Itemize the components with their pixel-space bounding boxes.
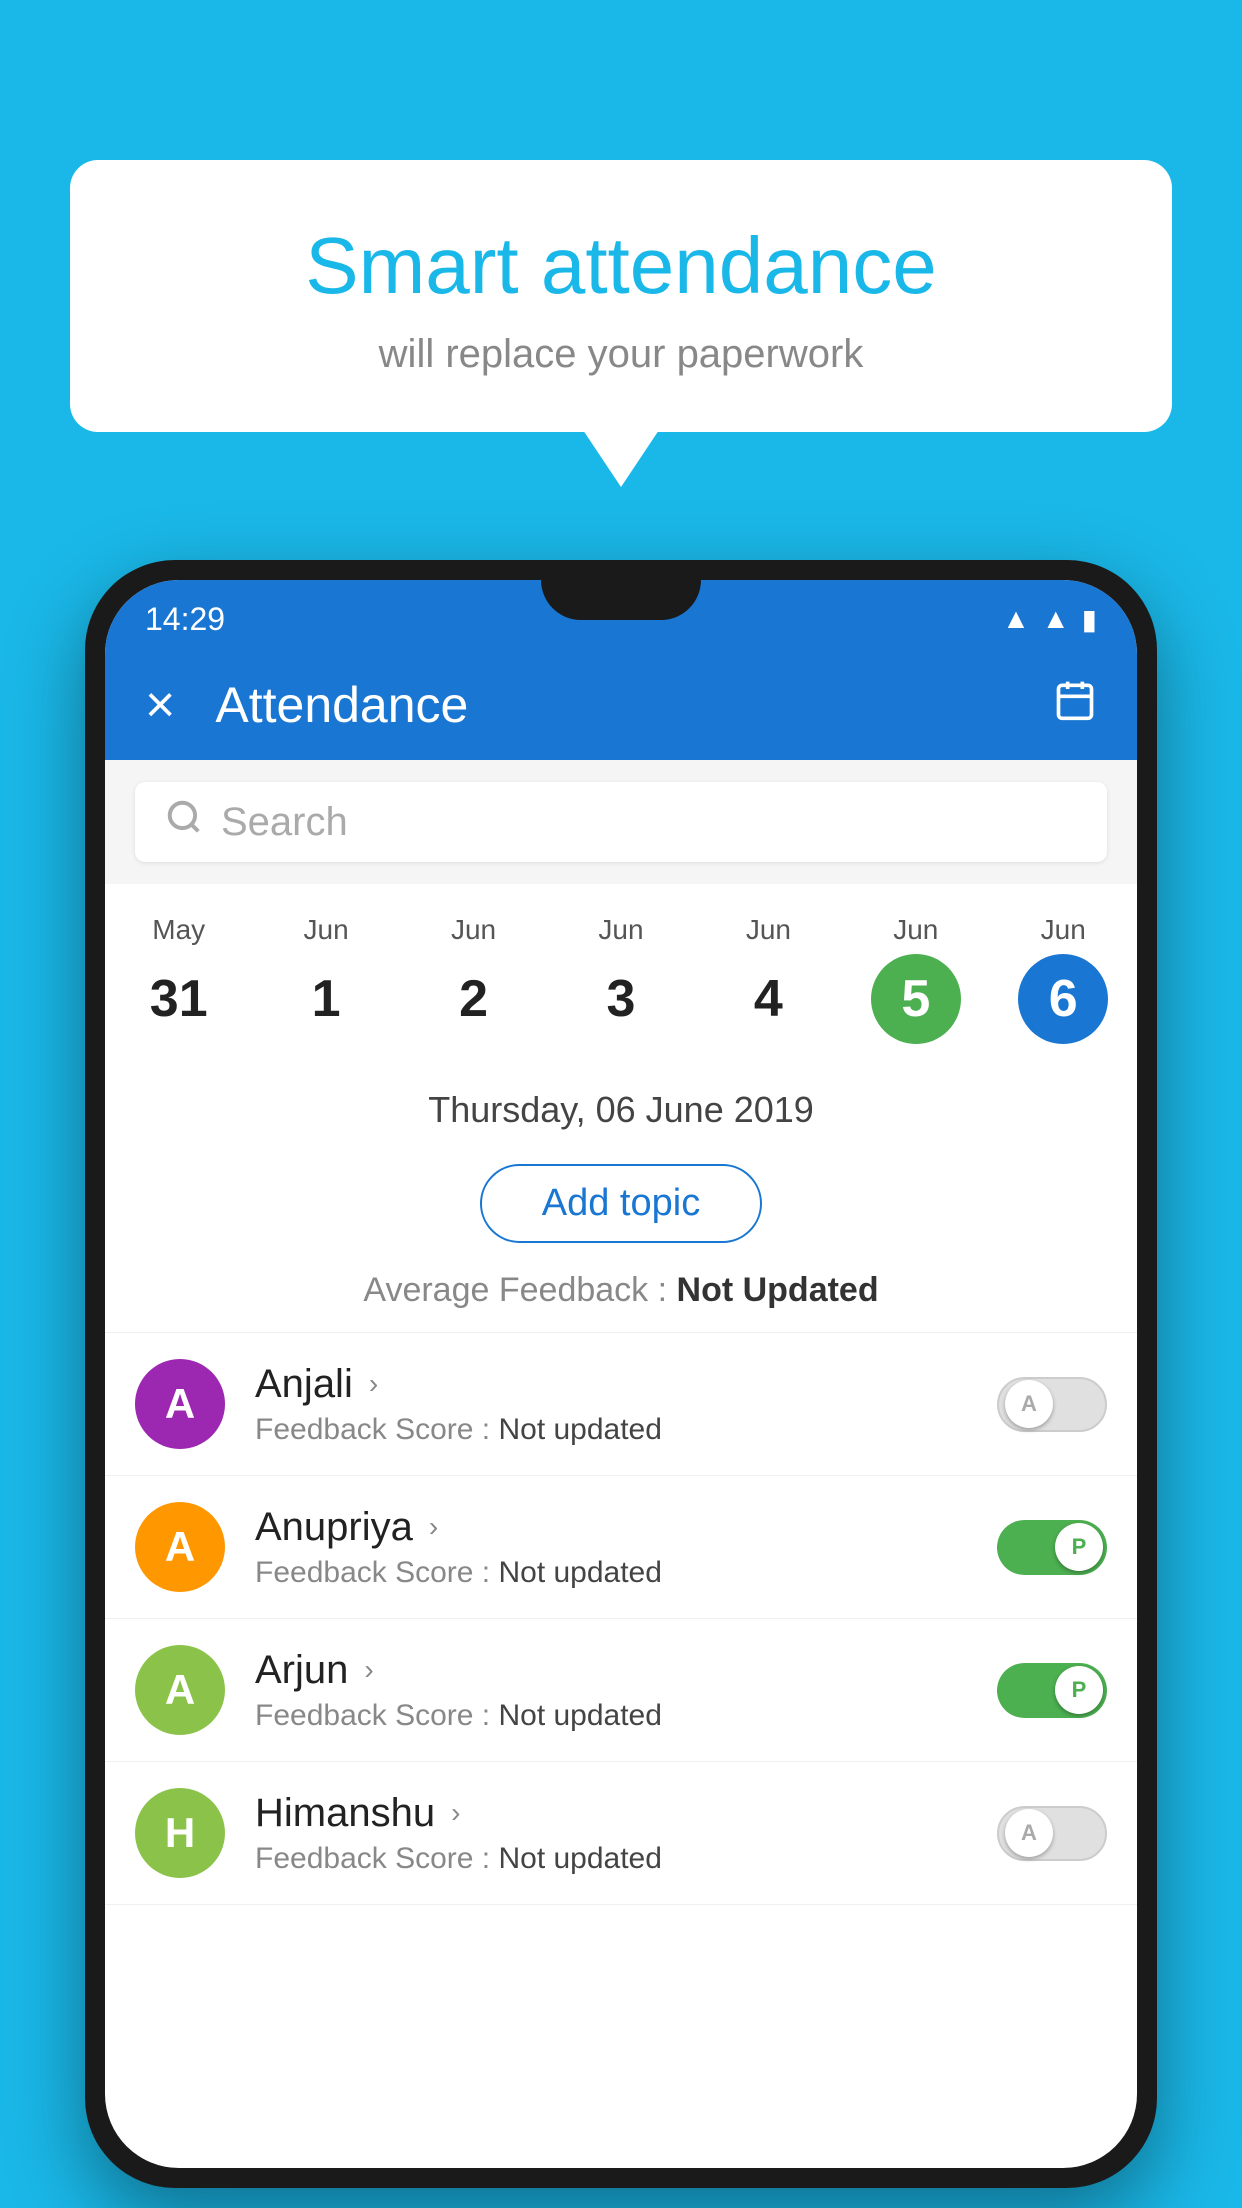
add-topic-container: Add topic (105, 1146, 1137, 1261)
calendar-month-label: Jun (1041, 914, 1086, 946)
student-feedback-score: Feedback Score : Not updated (255, 1556, 997, 1590)
avg-feedback: Average Feedback : Not Updated (105, 1261, 1137, 1333)
calendar-date-number: 4 (723, 954, 813, 1044)
chevron-icon: › (364, 1654, 373, 1686)
student-avatar: A (135, 1645, 225, 1735)
speech-bubble-container: Smart attendance will replace your paper… (70, 160, 1172, 432)
app-toolbar: × Attendance (105, 650, 1137, 760)
calendar-day[interactable]: Jun 3 (547, 904, 694, 1054)
student-info: Arjun › Feedback Score : Not updated (255, 1648, 997, 1733)
calendar-month-label: Jun (598, 914, 643, 946)
student-feedback-score: Feedback Score : Not updated (255, 1699, 997, 1733)
calendar-date-number: 3 (576, 954, 666, 1044)
calendar-day[interactable]: Jun 6 (990, 904, 1137, 1054)
student-feedback-score: Feedback Score : Not updated (255, 1842, 997, 1876)
add-topic-button[interactable]: Add topic (480, 1164, 762, 1243)
student-item[interactable]: A Anupriya › Feedback Score : Not updated P (105, 1476, 1137, 1619)
feedback-value: Not updated (498, 1842, 661, 1875)
phone-screen: 14:29 ▲ ▲ ▮ × Attendance (105, 580, 1137, 2168)
calendar-month-label: Jun (304, 914, 349, 946)
calendar-month-label: May (152, 914, 205, 946)
student-name: Anupriya › (255, 1505, 997, 1550)
phone-notch (541, 580, 701, 620)
app-tagline-subtitle: will replace your paperwork (130, 332, 1112, 377)
search-placeholder: Search (221, 800, 348, 845)
search-icon (165, 798, 203, 846)
feedback-value: Not updated (498, 1413, 661, 1446)
calendar-day[interactable]: Jun 4 (695, 904, 842, 1054)
student-avatar: A (135, 1502, 225, 1592)
student-name: Arjun › (255, 1648, 997, 1693)
calendar-strip: May 31 Jun 1 Jun 2 Jun 3 Jun 4 Jun 5 Jun 6 (105, 884, 1137, 1064)
attendance-toggle-container: P (997, 1663, 1107, 1718)
student-info: Himanshu › Feedback Score : Not updated (255, 1791, 997, 1876)
student-avatar: A (135, 1359, 225, 1449)
attendance-toggle-container: P (997, 1520, 1107, 1575)
status-time: 14:29 (145, 601, 225, 638)
calendar-date-number: 31 (134, 954, 224, 1044)
calendar-day[interactable]: Jun 1 (252, 904, 399, 1054)
chevron-icon: › (369, 1368, 378, 1400)
student-info: Anupriya › Feedback Score : Not updated (255, 1505, 997, 1590)
avg-feedback-label: Average Feedback : (363, 1271, 676, 1309)
toolbar-title: Attendance (215, 676, 1053, 734)
student-item[interactable]: AAnjali ›Feedback Score : Not updatedA (105, 1333, 1137, 1476)
chevron-icon: › (429, 1511, 438, 1543)
toggle-knob: A (1005, 1809, 1053, 1857)
student-item[interactable]: A Arjun › Feedback Score : Not updated P (105, 1619, 1137, 1762)
speech-bubble: Smart attendance will replace your paper… (70, 160, 1172, 432)
student-avatar: H (135, 1788, 225, 1878)
avg-feedback-value: Not Updated (677, 1271, 879, 1309)
selected-date-text: Thursday, 06 June 2019 (428, 1089, 814, 1130)
attendance-toggle-container: A (997, 1377, 1107, 1432)
app-tagline-title: Smart attendance (130, 220, 1112, 312)
close-button[interactable]: × (145, 675, 175, 735)
student-list: AAnjali ›Feedback Score : Not updatedAAA… (105, 1333, 1137, 1905)
wifi-icon: ▲ (1002, 603, 1030, 635)
feedback-value: Not updated (498, 1556, 661, 1589)
toggle-knob: P (1055, 1523, 1103, 1571)
calendar-day[interactable]: Jun 2 (400, 904, 547, 1054)
student-name: Anjali › (255, 1362, 997, 1407)
student-item[interactable]: H Himanshu › Feedback Score : Not updatedA (105, 1762, 1137, 1905)
attendance-toggle-container: A (997, 1806, 1107, 1861)
signal-icon: ▲ (1042, 603, 1070, 635)
calendar-icon[interactable] (1053, 678, 1097, 733)
calendar-month-label: Jun (451, 914, 496, 946)
calendar-date-number: 2 (429, 954, 519, 1044)
calendar-day[interactable]: Jun 5 (842, 904, 989, 1054)
calendar-month-label: Jun (746, 914, 791, 946)
calendar-date-number: 5 (871, 954, 961, 1044)
attendance-toggle[interactable]: P (997, 1520, 1107, 1575)
status-icons: ▲ ▲ ▮ (1002, 603, 1097, 636)
search-bar[interactable]: Search (135, 782, 1107, 862)
calendar-day[interactable]: May 31 (105, 904, 252, 1054)
student-info: Anjali › Feedback Score : Not updated (255, 1362, 997, 1447)
student-name: Himanshu › (255, 1791, 997, 1836)
toggle-knob: A (1005, 1380, 1053, 1428)
attendance-toggle[interactable]: P (997, 1663, 1107, 1718)
attendance-toggle[interactable]: A (997, 1806, 1107, 1861)
calendar-month-label: Jun (893, 914, 938, 946)
attendance-toggle[interactable]: A (997, 1377, 1107, 1432)
toggle-knob: P (1055, 1666, 1103, 1714)
feedback-value: Not updated (498, 1699, 661, 1732)
chevron-icon: › (451, 1797, 460, 1829)
phone-frame: 14:29 ▲ ▲ ▮ × Attendance (85, 560, 1157, 2188)
date-header: Thursday, 06 June 2019 (105, 1064, 1137, 1146)
search-container: Search (105, 760, 1137, 884)
student-feedback-score: Feedback Score : Not updated (255, 1413, 997, 1447)
battery-icon: ▮ (1082, 603, 1097, 636)
calendar-date-number: 1 (281, 954, 371, 1044)
calendar-date-number: 6 (1018, 954, 1108, 1044)
